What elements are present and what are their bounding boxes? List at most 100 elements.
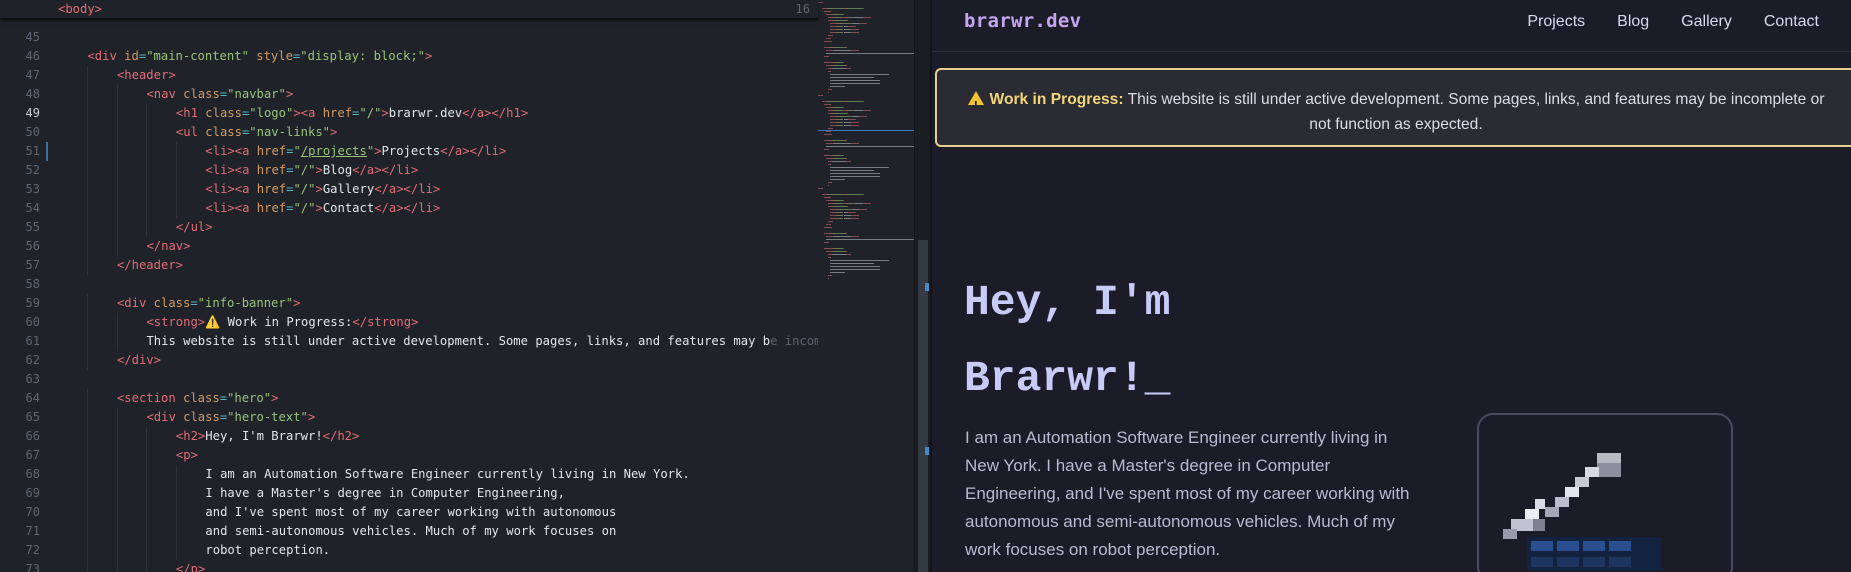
minimap-stroke: [828, 92, 829, 93]
code-line[interactable]: <div class="info-banner">: [117, 294, 300, 313]
minimap-stroke: [830, 260, 890, 261]
code-line[interactable]: This website is still under active devel…: [146, 332, 818, 351]
minimap-stroke: [850, 125, 859, 126]
code-token: <h2>: [175, 429, 206, 443]
code-line[interactable]: <section class="hero">: [117, 389, 278, 408]
minimap-stroke: [826, 146, 903, 147]
minimap[interactable]: [818, 0, 916, 572]
minimap-stroke: [826, 236, 834, 237]
code-line[interactable]: <div class="hero-text">: [146, 408, 315, 427]
code-token: </div>: [116, 353, 161, 367]
code-line[interactable]: <h1 class="logo"><a href="/">brarwr.dev<…: [176, 104, 528, 123]
code-line[interactable]: <nav class="navbar">: [146, 85, 293, 104]
indent-guide: [87, 541, 89, 560]
indent-guide: [116, 161, 118, 180]
code-line[interactable]: <li><a href="/">Contact</a></li>: [205, 199, 440, 218]
minimap-stroke: [846, 254, 851, 255]
code-line[interactable]: <ul class="nav-links">: [176, 123, 337, 142]
line-number-gutter: 45 46 47 48 49 50 51 52 53 54 55 56 57 58 59 60 61 62 63 64…: [0, 0, 48, 572]
code-line[interactable]: <div id="main-content" style="display: b…: [87, 47, 432, 66]
line-number: 72: [25, 543, 40, 557]
minimap-stroke: [824, 242, 830, 243]
line-number: 73: [25, 562, 40, 572]
line-number: 16: [795, 2, 810, 16]
minimap-stroke: [841, 23, 850, 24]
code-line[interactable]: <body>: [58, 0, 102, 19]
code-area[interactable]: <div id = "main-content" style = "display: b…: [48, 0, 818, 572]
code-line[interactable]: and I've spent most of my career working…: [205, 503, 616, 522]
code-token: </a></h1>: [462, 106, 529, 120]
code-line[interactable]: and semi-autonomous vehicles. Much of my…: [205, 522, 616, 541]
code-token: >: [425, 49, 433, 63]
minimap-stroke: [830, 77, 875, 78]
hero-image-card: [1477, 413, 1733, 572]
indent-guide: [175, 522, 177, 541]
nav-link-gallery[interactable]: Gallery: [1681, 13, 1732, 31]
minimap-stroke: [828, 257, 831, 258]
indent-guide: [116, 332, 118, 351]
minimap-stroke: [841, 209, 850, 210]
minimap-stroke: [833, 47, 846, 48]
nav-link-projects[interactable]: Projects: [1527, 13, 1585, 31]
minimap-stroke: [830, 176, 881, 177]
code-line[interactable]: </ul>: [176, 218, 213, 237]
minimap-stroke: [833, 140, 846, 141]
minimap-stroke: [828, 275, 832, 276]
code-line[interactable]: </p>: [176, 560, 205, 572]
code-token: <p>: [175, 448, 198, 462]
nav-link-blog[interactable]: Blog: [1617, 13, 1649, 31]
code-line[interactable]: </nav>: [146, 237, 190, 256]
indent-guide: [116, 560, 118, 572]
line-number: 47: [25, 68, 40, 82]
line-number: 71: [25, 524, 40, 538]
code-token: robot perception.: [205, 543, 331, 557]
minimap-stroke: [835, 14, 844, 15]
minimap-stroke: [830, 86, 846, 87]
indent-guide: [87, 161, 89, 180]
indent-guide: [146, 180, 148, 199]
indent-guide: [87, 180, 89, 199]
code-line[interactable]: I have a Master's degree in Computer Eng…: [205, 484, 565, 503]
code-token: "info-banner": [197, 296, 294, 310]
line-number: 50: [25, 125, 40, 139]
indent-guide: [87, 427, 89, 446]
minimap-stroke: [824, 197, 832, 198]
indent-guide: [175, 142, 177, 161]
code-line[interactable]: <p>: [176, 446, 198, 465]
info-banner: Work in Progress: This website is still …: [935, 68, 1851, 147]
line-number: 45: [25, 30, 40, 44]
code-line[interactable]: <h2>Hey, I'm Brarwr!</h2>: [176, 427, 359, 446]
minimap-stroke: [830, 173, 881, 174]
minimap-stroke: [824, 248, 833, 249]
nav-link-contact[interactable]: Contact: [1764, 13, 1819, 31]
sticky-scroll-header[interactable]: 16 <body>: [0, 0, 818, 19]
minimap-stroke: [818, 188, 824, 189]
indent-guide: [87, 503, 89, 522]
minimap-stroke: [854, 110, 864, 111]
code-line[interactable]: <header>: [117, 66, 176, 85]
indent-guide: [146, 503, 148, 522]
site-logo[interactable]: brarwr.dev: [964, 10, 1081, 32]
minimap-stroke: [851, 236, 860, 237]
code-line[interactable]: </header>: [117, 256, 183, 275]
minimap-stroke: [828, 89, 832, 90]
code-line[interactable]: robot perception.: [205, 541, 330, 560]
minimap-stroke: [850, 218, 859, 219]
minimap-stroke: [829, 8, 843, 9]
minimap-stroke: [835, 251, 846, 252]
vertical-scrollbar[interactable]: [914, 0, 930, 572]
code-editor[interactable]: 45 46 47 48 49 50 51 52 53 54 55 56 57 58 59 60 61 62 63 64…: [0, 0, 930, 572]
code-line[interactable]: </div>: [117, 351, 161, 370]
code-token: <strong>: [146, 315, 206, 329]
line-number: 51: [25, 144, 40, 158]
minimap-stroke: [854, 203, 864, 204]
code-line[interactable]: <strong>⚠️ Work in Progress:</strong>: [146, 313, 418, 332]
minimap-stroke: [829, 101, 843, 102]
code-line[interactable]: <li><a href="/projects">Projects</a></li…: [205, 142, 506, 161]
minimap-stroke: [824, 41, 833, 42]
code-line[interactable]: I am an Automation Software Engineer cur…: [205, 465, 689, 484]
line-number: 69: [25, 486, 40, 500]
code-line[interactable]: <li><a href="/">Blog</a></li>: [205, 161, 418, 180]
code-line[interactable]: <li><a href="/">Gallery</a></li>: [205, 180, 440, 199]
minimap-stroke: [824, 56, 830, 57]
